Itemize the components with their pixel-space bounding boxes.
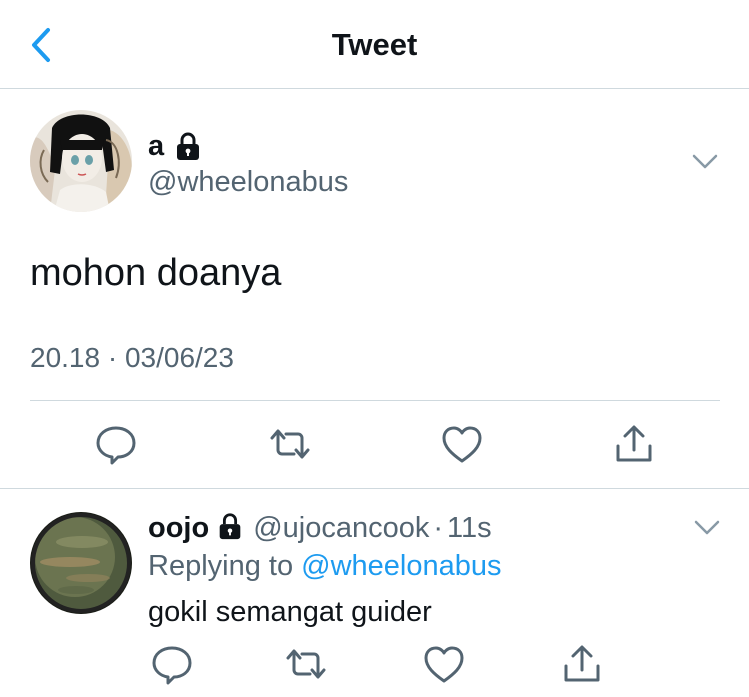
avatar[interactable]: [30, 512, 132, 614]
share-icon: [564, 645, 600, 682]
chevron-down-icon: [694, 520, 720, 535]
divider: [0, 488, 749, 489]
reply-icon: [96, 426, 136, 465]
like-icon: [442, 426, 482, 463]
page-title: Tweet: [331, 27, 418, 62]
avatar-illustration: [30, 110, 132, 212]
divider: [0, 88, 749, 89]
reply-button[interactable]: [148, 640, 196, 688]
separator: ·: [433, 512, 444, 544]
username[interactable]: @wheelonabus: [148, 164, 348, 200]
avatar-planet-image: [30, 512, 132, 614]
display-name[interactable]: a: [148, 128, 164, 164]
tweet-text: mohon doanya: [30, 252, 282, 294]
retweet-button[interactable]: [282, 640, 330, 688]
retweet-icon: [270, 429, 310, 459]
retweet-icon: [286, 649, 326, 679]
like-button[interactable]: [420, 640, 468, 688]
lock-icon: [215, 511, 245, 541]
replying-to: Replying to @wheelonabus: [148, 548, 502, 584]
chevron-down-icon: [692, 154, 718, 169]
divider: [30, 400, 720, 401]
username[interactable]: @ujocancook: [253, 512, 429, 544]
share-icon: [616, 425, 652, 462]
like-icon: [424, 646, 464, 683]
like-button[interactable]: [438, 420, 486, 468]
reply-header: oojo @ujocancook · 11s: [148, 510, 492, 546]
share-button[interactable]: [610, 420, 658, 468]
replying-to-link[interactable]: @wheelonabus: [301, 550, 501, 582]
avatar[interactable]: [30, 110, 132, 212]
reply-text: gokil semangat guider: [148, 596, 432, 628]
retweet-button[interactable]: [266, 420, 314, 468]
replying-prefix: Replying to: [148, 550, 294, 582]
reply-icon: [152, 646, 192, 685]
share-button[interactable]: [558, 640, 606, 688]
reply-button[interactable]: [92, 420, 140, 468]
more-options-button[interactable]: [688, 150, 722, 174]
more-options-button[interactable]: [690, 516, 724, 540]
display-name[interactable]: oojo: [148, 512, 209, 544]
reply-time[interactable]: 11s: [447, 512, 492, 544]
lock-icon: [172, 130, 204, 162]
tweet-timestamp[interactable]: 20.18 · 03/06/23: [30, 338, 234, 378]
